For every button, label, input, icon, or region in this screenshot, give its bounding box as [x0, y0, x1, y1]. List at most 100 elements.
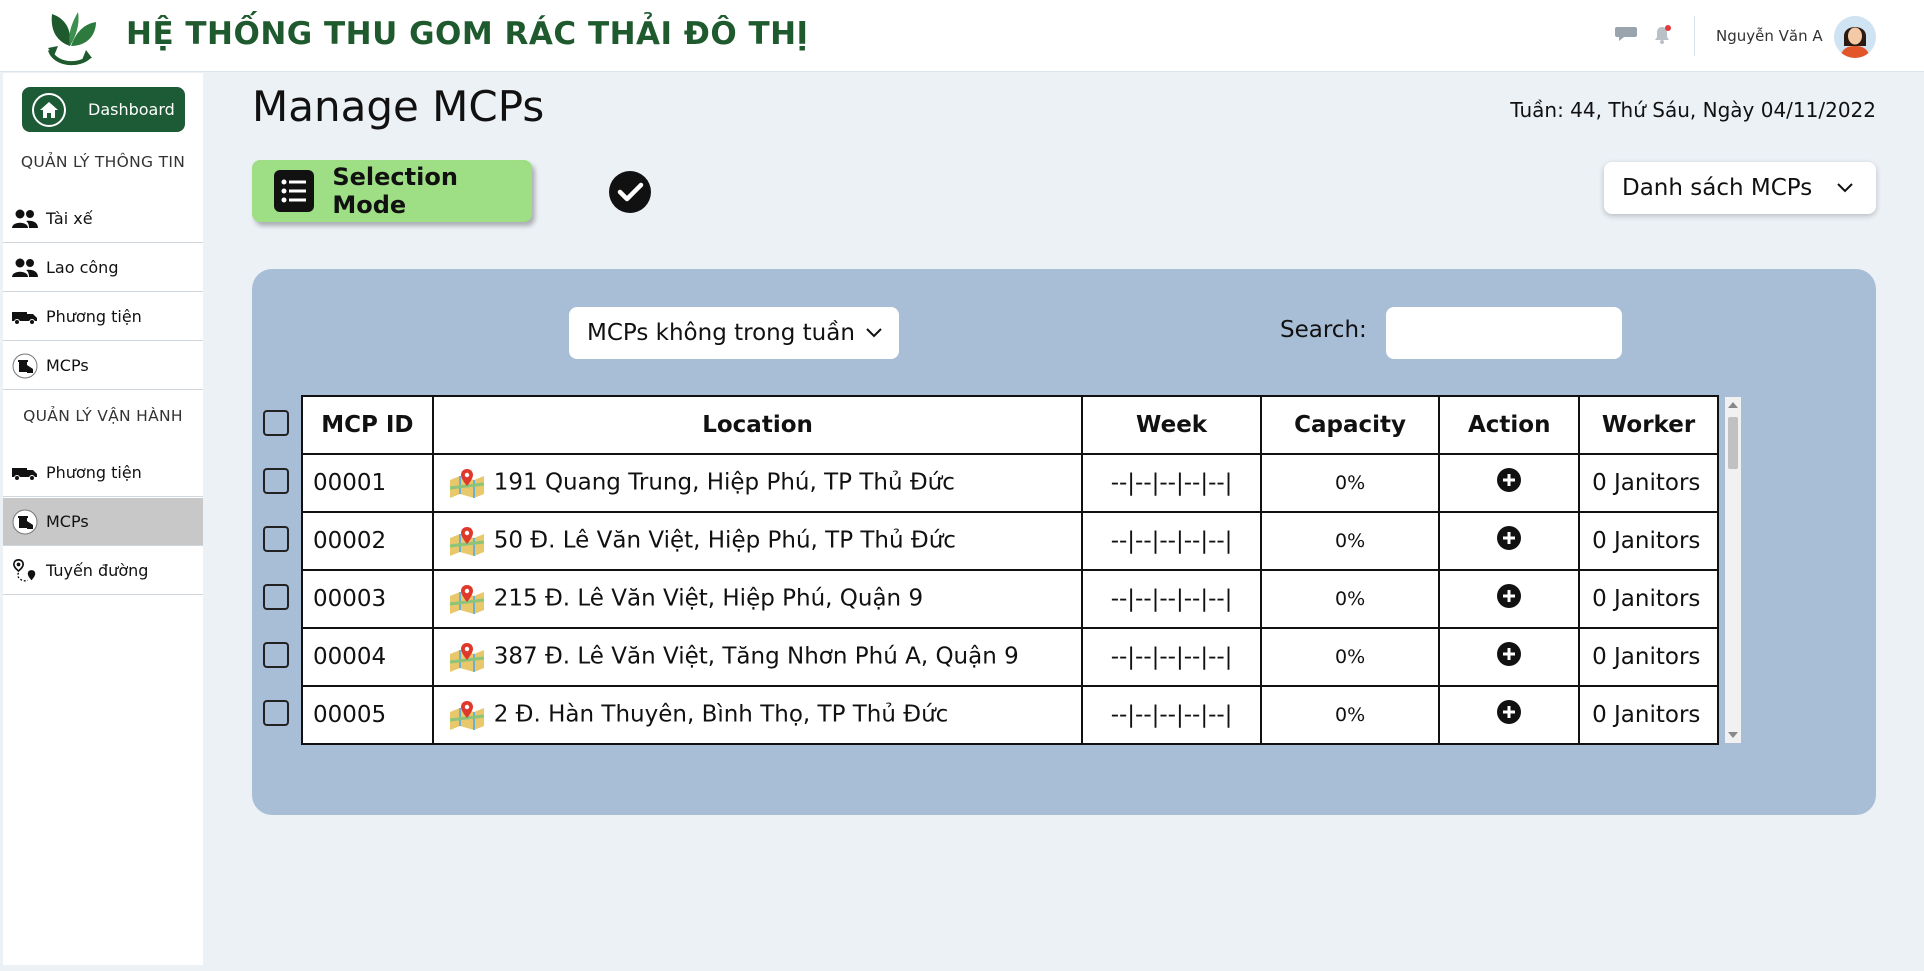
table-row[interactable]: 00005 2 Đ. Hàn Thuyên, Bình Thọ, TP Thủ … — [301, 685, 1719, 745]
truck-icon — [12, 460, 38, 486]
add-circle-icon[interactable] — [1496, 641, 1522, 667]
row-checkbox[interactable] — [263, 700, 289, 726]
mcp-id-cell: 00001 — [301, 453, 434, 513]
action-cell — [1438, 627, 1581, 687]
section-title-ops: QUẢN LÝ VẬN HÀNH — [23, 407, 183, 425]
select-all-checkbox[interactable] — [263, 410, 289, 436]
capacity-cell: 0% — [1259, 453, 1441, 513]
mcp-id-cell: 00003 — [301, 569, 434, 629]
action-cell — [1438, 511, 1581, 571]
sidebar-item-label: Phương tiện — [46, 307, 142, 326]
mcp-id-cell: 00004 — [301, 627, 434, 687]
scroll-down-arrow-icon[interactable] — [1728, 732, 1738, 738]
sidebar-item-mcps-ops[interactable]: MCPs — [3, 498, 203, 546]
sidebar-item-label: Tài xế — [46, 209, 93, 228]
map-pin-icon — [449, 585, 484, 614]
user-avatar[interactable] — [1834, 16, 1876, 58]
scroll-up-arrow-icon[interactable] — [1728, 402, 1738, 408]
mcp-id-cell: 00005 — [301, 685, 434, 745]
sidebar-item-mcps-info[interactable]: MCPs — [3, 342, 203, 390]
worker-cell: 0 Janitors — [1578, 627, 1719, 687]
bin-icon — [12, 509, 38, 535]
section-title-info: QUẢN LÝ THÔNG TIN — [20, 153, 186, 171]
add-circle-icon[interactable] — [1496, 467, 1522, 493]
search-input[interactable] — [1386, 307, 1622, 359]
mcp-panel: MCPs không trong tuần Search: MCP ID Loc… — [252, 269, 1876, 815]
mcp-table: MCP ID Location Week Capacity Action Wor… — [301, 395, 1719, 745]
search-label: Search: — [1280, 317, 1367, 343]
page-title: Manage MCPs — [252, 82, 545, 131]
week-cell: --|--|--|--|--| — [1081, 511, 1262, 571]
map-pin-icon — [449, 701, 484, 730]
selection-mode-button[interactable]: Selection Mode — [252, 160, 532, 222]
user-name[interactable]: Nguyễn Văn A — [1716, 27, 1823, 45]
week-cell: --|--|--|--|--| — [1081, 627, 1262, 687]
table-row[interactable]: 00004 387 Đ. Lê Văn Việt, Tăng Nhơn Phú … — [301, 627, 1719, 687]
chat-icon[interactable] — [1614, 24, 1638, 44]
add-circle-icon[interactable] — [1496, 525, 1522, 551]
capacity-cell: 0% — [1259, 627, 1441, 687]
selection-mode-label: Selection Mode — [332, 163, 458, 219]
sidebar-item-label: MCPs — [46, 512, 89, 531]
app-header: HỆ THỐNG THU GOM RÁC THẢI ĐÔ THỊ Nguyễn … — [0, 0, 1924, 72]
sidebar-item-vehicles-info[interactable]: Phương tiện — [3, 293, 203, 341]
location-text: 215 Đ. Lê Văn Việt, Hiệp Phú, Quận 9 — [493, 585, 924, 612]
notification-bell-icon[interactable] — [1652, 24, 1672, 46]
chevron-down-icon — [1837, 183, 1853, 193]
sidebar-item-janitors[interactable]: Lao công — [3, 244, 203, 292]
check-circle-icon[interactable] — [608, 170, 652, 214]
add-circle-icon[interactable] — [1496, 699, 1522, 725]
row-checkbox[interactable] — [263, 584, 289, 610]
worker-cell: 0 Janitors — [1578, 511, 1719, 571]
mcp-list-dropdown-label: Danh sách MCPs — [1622, 175, 1813, 201]
mcp-list-dropdown[interactable]: Danh sách MCPs — [1604, 162, 1876, 214]
date-text: Tuần: 44, Thứ Sáu, Ngày 04/11/2022 — [1510, 98, 1876, 122]
users-icon — [12, 255, 38, 281]
sidebar-item-label: Tuyến đường — [46, 561, 149, 580]
capacity-cell: 0% — [1259, 511, 1441, 571]
map-pin-icon — [449, 469, 484, 498]
sidebar-item-label: Lao công — [46, 258, 119, 277]
week-filter-dropdown[interactable]: MCPs không trong tuần — [569, 307, 899, 359]
row-checkbox[interactable] — [263, 468, 289, 494]
location-cell: 2 Đ. Hàn Thuyên, Bình Thọ, TP Thủ Đức — [431, 685, 1084, 745]
week-cell: --|--|--|--|--| — [1081, 685, 1262, 745]
sidebar-item-routes[interactable]: Tuyến đường — [3, 547, 203, 595]
map-pin-icon — [449, 643, 484, 672]
map-pin-icon — [449, 527, 484, 556]
location-cell: 191 Quang Trung, Hiệp Phú, TP Thủ Đức — [431, 453, 1084, 513]
mcp-id-cell: 00002 — [301, 511, 434, 571]
sidebar-item-label: Phương tiện — [46, 463, 142, 482]
table-row[interactable]: 00003 215 Đ. Lê Văn Việt, Hiệp Phú, Quận… — [301, 569, 1719, 629]
dashboard-label: Dashboard — [88, 100, 175, 119]
location-text: 2 Đ. Hàn Thuyên, Bình Thọ, TP Thủ Đức — [493, 701, 949, 728]
column-header-worker[interactable]: Worker — [1578, 395, 1719, 455]
recycle-leaf-logo-icon — [48, 12, 96, 66]
capacity-cell: 0% — [1259, 569, 1441, 629]
table-row[interactable]: 00002 50 Đ. Lê Văn Việt, Hiệp Phú, TP Th… — [301, 511, 1719, 571]
column-header-location[interactable]: Location — [431, 395, 1084, 455]
scrollbar-thumb[interactable] — [1728, 417, 1738, 469]
column-header-action[interactable]: Action — [1438, 395, 1581, 455]
sidebar-item-label: MCPs — [46, 356, 89, 375]
sidebar-item-drivers[interactable]: Tài xế — [3, 195, 203, 243]
list-icon — [274, 170, 315, 212]
sidebar-item-vehicles-ops[interactable]: Phương tiện — [3, 449, 203, 497]
row-checkbox[interactable] — [263, 526, 289, 552]
table-header-row: MCP ID Location Week Capacity Action Wor… — [301, 395, 1719, 455]
action-cell — [1438, 569, 1581, 629]
bin-icon — [12, 353, 38, 379]
week-filter-label: MCPs không trong tuần — [587, 320, 855, 346]
column-header-week[interactable]: Week — [1081, 395, 1262, 455]
add-circle-icon[interactable] — [1496, 583, 1522, 609]
row-checkbox[interactable] — [263, 642, 289, 668]
action-cell — [1438, 685, 1581, 745]
table-row[interactable]: 00001 191 Quang Trung, Hiệp Phú, TP Thủ … — [301, 453, 1719, 513]
column-header-mcp-id[interactable]: MCP ID — [301, 395, 434, 455]
home-icon — [32, 92, 66, 127]
table-scrollbar[interactable] — [1725, 397, 1741, 743]
dashboard-button[interactable]: Dashboard — [22, 87, 185, 132]
location-cell: 50 Đ. Lê Văn Việt, Hiệp Phú, TP Thủ Đức — [431, 511, 1084, 571]
worker-cell: 0 Janitors — [1578, 453, 1719, 513]
column-header-capacity[interactable]: Capacity — [1259, 395, 1441, 455]
